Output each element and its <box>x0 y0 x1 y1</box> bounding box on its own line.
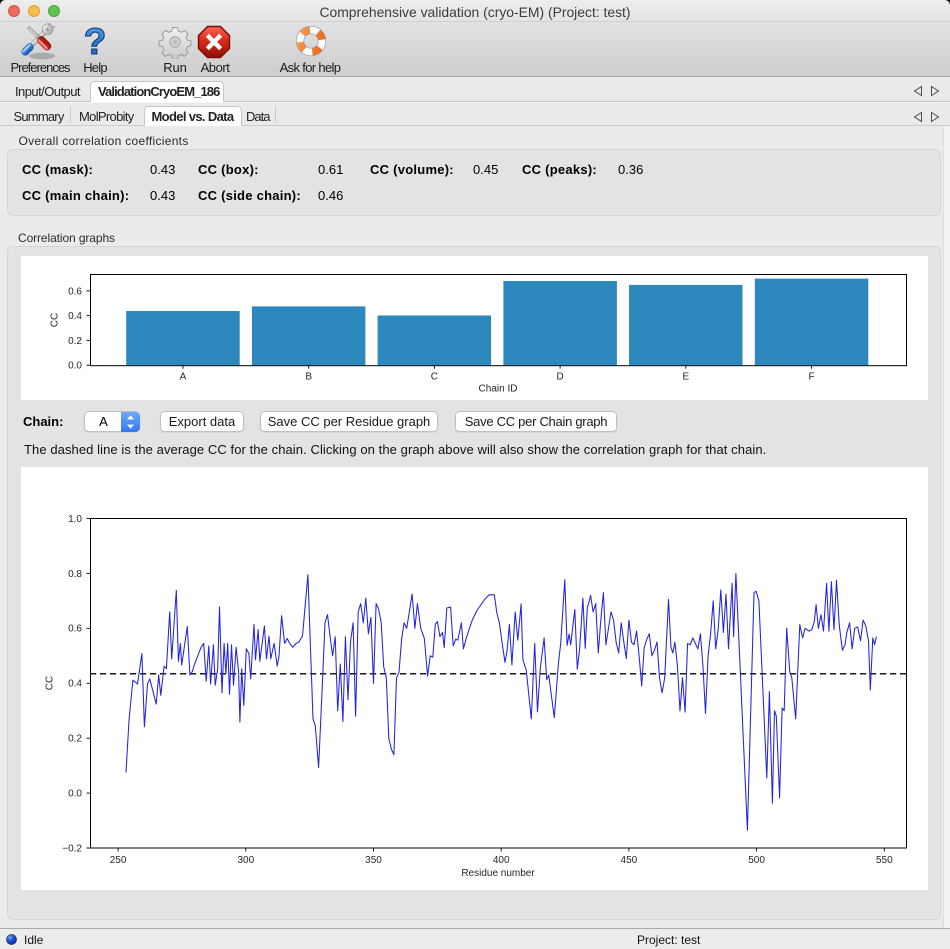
svg-text:500: 500 <box>748 855 765 866</box>
svg-text:0.4: 0.4 <box>68 679 82 690</box>
svg-text:0.0: 0.0 <box>68 361 82 372</box>
svg-text:0.6: 0.6 <box>68 624 82 635</box>
svg-text:A: A <box>180 372 187 383</box>
svg-text:300: 300 <box>237 855 254 866</box>
svg-text:450: 450 <box>621 855 638 866</box>
svg-text:550: 550 <box>876 855 893 866</box>
svg-text:0.6: 0.6 <box>68 286 82 297</box>
svg-text:?: ? <box>84 23 107 59</box>
svg-text:400: 400 <box>493 855 510 866</box>
svg-text:0.2: 0.2 <box>68 734 82 745</box>
svg-text:350: 350 <box>365 855 382 866</box>
svg-text:D: D <box>556 372 563 383</box>
svg-text:CC: CC <box>50 313 61 327</box>
svg-text:0.2: 0.2 <box>68 336 82 347</box>
svg-text:E: E <box>682 372 689 383</box>
svg-text:C: C <box>431 372 438 383</box>
svg-text:F: F <box>808 372 814 383</box>
svg-text:1.0: 1.0 <box>68 514 82 525</box>
svg-text:0.0: 0.0 <box>68 789 82 800</box>
svg-text:Chain ID: Chain ID <box>479 384 518 395</box>
svg-text:250: 250 <box>110 855 127 866</box>
svg-text:CC: CC <box>45 676 56 690</box>
svg-text:0.4: 0.4 <box>68 311 82 322</box>
svg-text:Residue number: Residue number <box>461 868 535 879</box>
svg-text:−0.2: −0.2 <box>62 843 82 854</box>
svg-text:B: B <box>305 372 312 383</box>
svg-text:0.8: 0.8 <box>68 569 82 580</box>
